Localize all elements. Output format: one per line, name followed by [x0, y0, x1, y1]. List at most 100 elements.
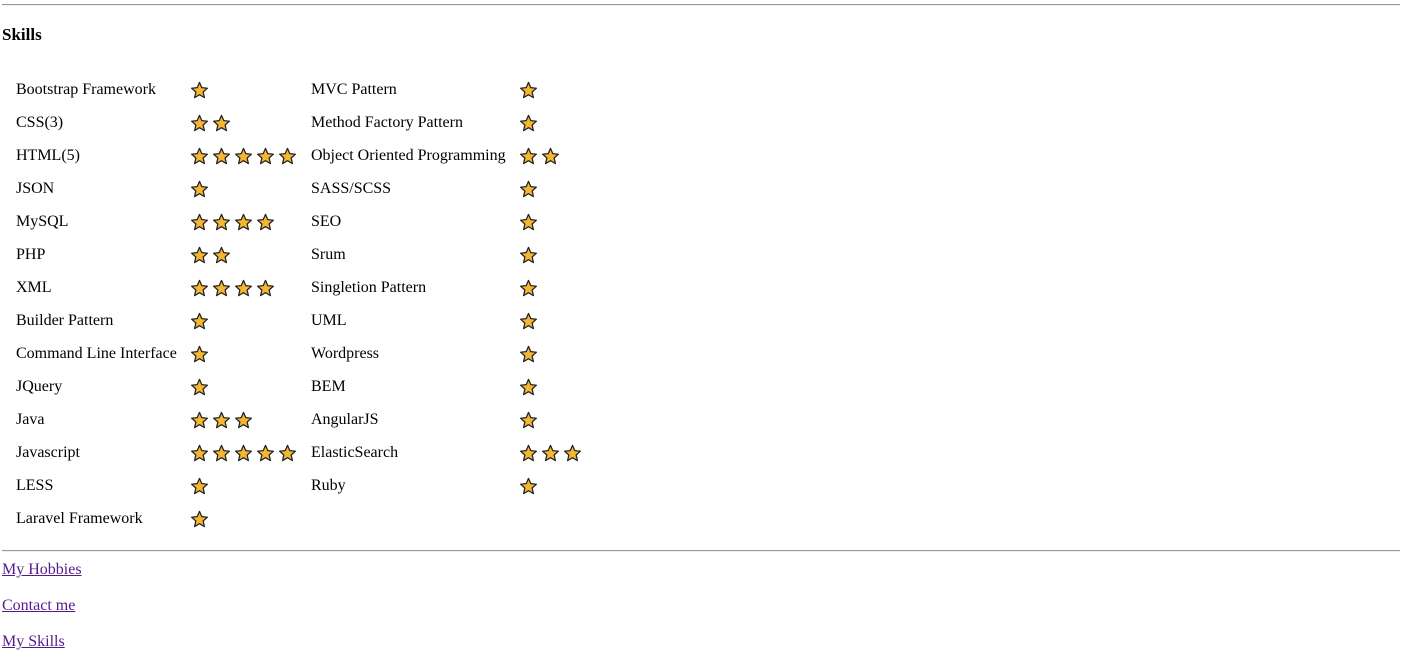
skill-rating	[519, 246, 541, 266]
skill-rating	[519, 114, 541, 134]
star-icon	[190, 411, 209, 430]
skill-rating	[519, 213, 541, 233]
link-my-hobbies[interactable]: My Hobbies	[2, 560, 82, 580]
skill-rating	[190, 345, 212, 365]
star-icon	[190, 444, 209, 463]
bottom-divider	[2, 550, 1400, 552]
page: Skills Bootstrap Framework MVC Pattern CSS…	[0, 0, 1405, 658]
link-contact-me[interactable]: Contact me	[2, 596, 75, 616]
skill-rating	[519, 444, 585, 464]
star-icon	[234, 147, 253, 166]
star-icon	[190, 345, 209, 364]
star-icon	[212, 411, 231, 430]
star-icon	[190, 279, 209, 298]
skill-name: Singletion Pattern	[311, 279, 427, 296]
skill-row: Bootstrap Framework MVC Pattern	[16, 80, 616, 100]
star-icon	[256, 444, 275, 463]
star-icon	[190, 246, 209, 265]
skill-rating	[519, 180, 541, 200]
skill-name: Builder Pattern	[16, 312, 114, 329]
skill-name: Wordpress	[311, 345, 380, 362]
top-divider	[2, 4, 1400, 6]
skill-name: AngularJS	[311, 411, 379, 428]
star-icon	[234, 411, 253, 430]
skill-rating	[190, 180, 212, 200]
skill-rating	[190, 213, 278, 233]
skill-rating	[190, 411, 256, 431]
star-icon	[278, 147, 297, 166]
star-icon	[234, 279, 253, 298]
skill-rating	[190, 312, 212, 332]
skill-row: Javascript ElasticSearch	[16, 443, 616, 463]
skill-name: Java	[16, 411, 45, 428]
skill-rating	[190, 378, 212, 398]
skill-name: Object Oriented Programming	[311, 147, 506, 164]
skill-name: SEO	[311, 213, 342, 230]
skill-name: PHP	[16, 246, 46, 263]
star-icon	[541, 444, 560, 463]
skill-rating	[190, 147, 300, 167]
skill-rating	[519, 81, 541, 101]
skill-name: ElasticSearch	[311, 444, 399, 461]
star-icon	[519, 279, 538, 298]
star-icon	[190, 378, 209, 397]
skill-row: HTML(5) Object Oriented Programming	[16, 146, 616, 166]
skill-rating	[190, 81, 212, 101]
star-icon	[256, 213, 275, 232]
skill-row: Laravel Framework	[16, 509, 616, 529]
skill-name: XML	[16, 279, 52, 296]
star-icon	[563, 444, 582, 463]
skill-name: BEM	[311, 378, 346, 395]
star-icon	[212, 147, 231, 166]
star-icon	[519, 378, 538, 397]
skill-row: JQuery BEM	[16, 377, 616, 397]
skill-row: LESS Ruby	[16, 476, 616, 496]
star-icon	[234, 213, 253, 232]
skill-rating	[190, 114, 234, 134]
star-icon	[190, 81, 209, 100]
star-icon	[519, 444, 538, 463]
star-icon	[190, 114, 209, 133]
star-icon	[519, 180, 538, 199]
skill-name: Javascript	[16, 444, 80, 461]
star-icon	[519, 477, 538, 496]
skill-row: MySQL SEO	[16, 212, 616, 232]
skill-name: JQuery	[16, 378, 63, 395]
skill-name: Command Line Interface	[16, 345, 177, 362]
star-icon	[190, 213, 209, 232]
skill-rating	[519, 477, 541, 497]
star-icon	[541, 147, 560, 166]
skill-name: UML	[311, 312, 347, 329]
skills-heading: Skills	[2, 25, 42, 44]
star-icon	[212, 114, 231, 133]
star-icon	[256, 279, 275, 298]
link-my-skills[interactable]: My Skills	[2, 632, 65, 652]
star-icon	[190, 510, 209, 529]
skill-rating	[519, 378, 541, 398]
star-icon	[519, 213, 538, 232]
skill-rating	[519, 411, 541, 431]
skill-row: Command Line Interface Wordpress	[16, 344, 616, 364]
star-icon	[190, 147, 209, 166]
star-icon	[212, 213, 231, 232]
star-icon	[212, 279, 231, 298]
skill-name: Ruby	[311, 477, 346, 494]
skill-name: MVC Pattern	[311, 81, 397, 98]
skill-rating	[519, 312, 541, 332]
skill-row: Java AngularJS	[16, 410, 616, 430]
skill-name: Laravel Framework	[16, 510, 143, 527]
skill-row: PHP Srum	[16, 245, 616, 265]
skill-rating	[190, 510, 212, 530]
skill-rating	[190, 477, 212, 497]
skill-name: Srum	[311, 246, 346, 263]
star-icon	[212, 444, 231, 463]
skill-name: Method Factory Pattern	[311, 114, 463, 131]
star-icon	[519, 312, 538, 331]
star-icon	[278, 444, 297, 463]
skill-rating	[519, 345, 541, 365]
star-icon	[190, 312, 209, 331]
skill-name: LESS	[16, 477, 54, 494]
star-icon	[519, 246, 538, 265]
star-icon	[256, 147, 275, 166]
skill-name: CSS(3)	[16, 114, 64, 131]
